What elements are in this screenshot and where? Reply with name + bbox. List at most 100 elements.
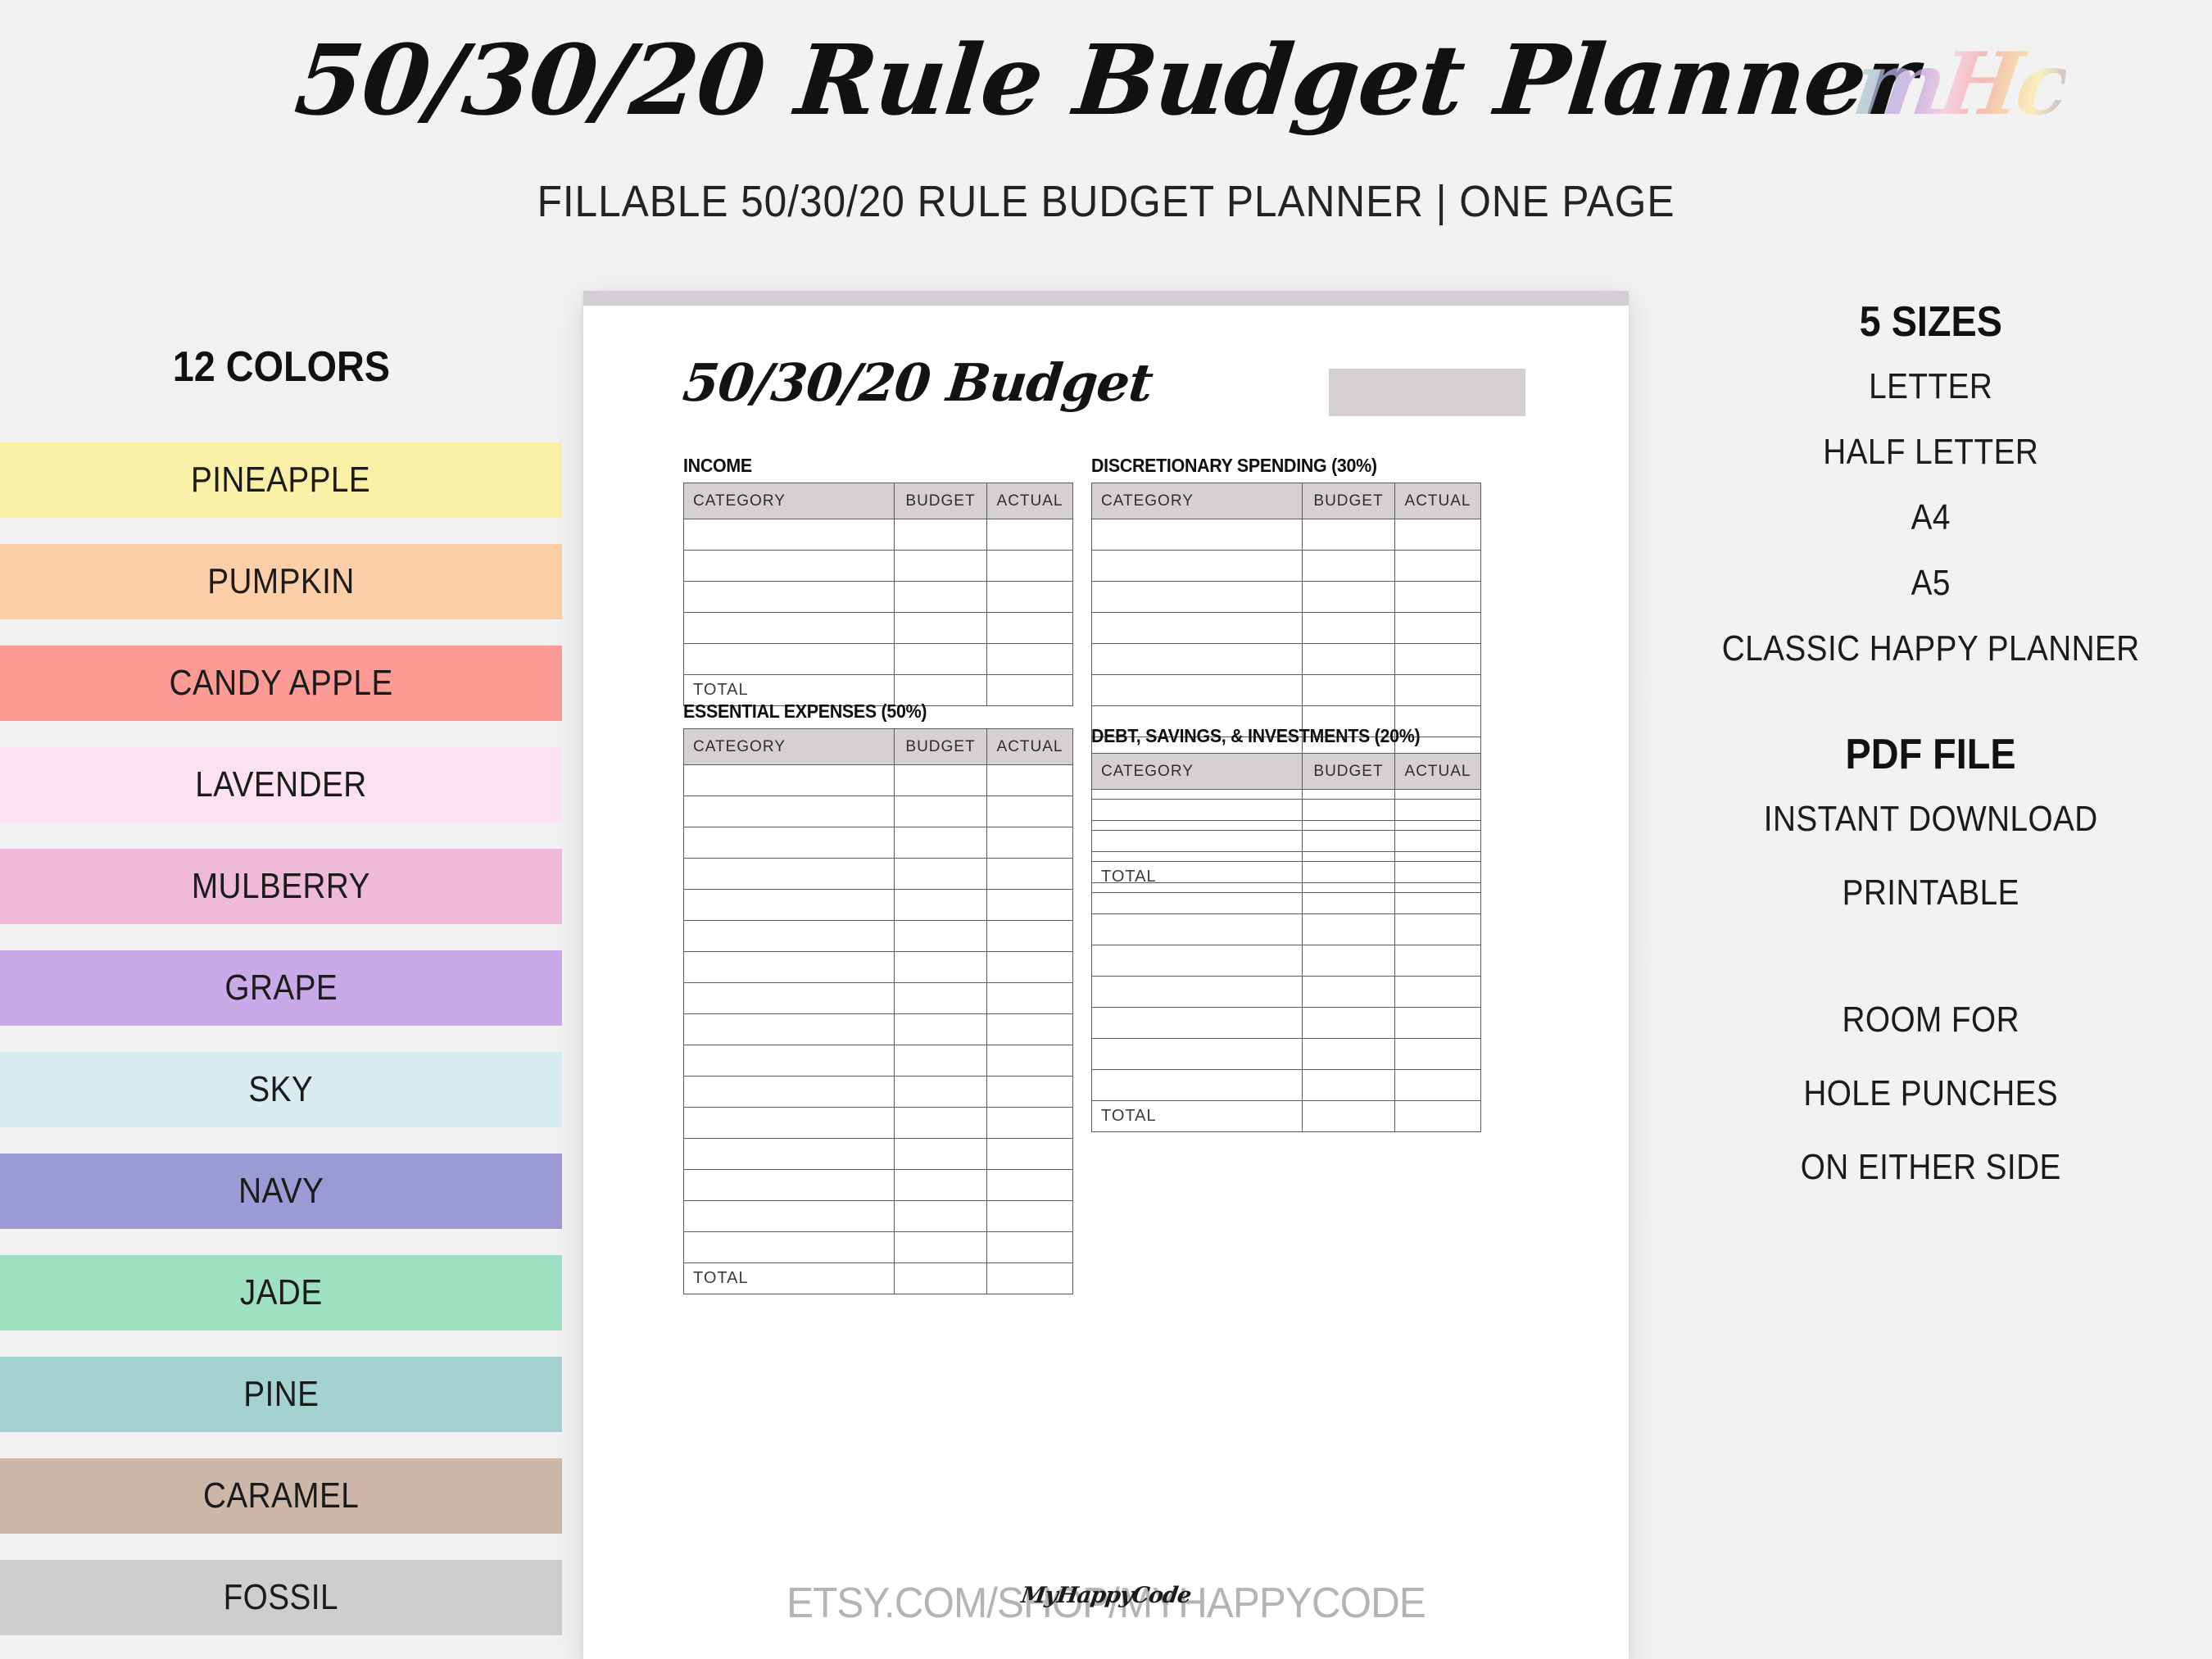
- cell-act[interactable]: [986, 612, 1073, 644]
- cell-bud[interactable]: [1302, 882, 1395, 914]
- cell-cat[interactable]: [1091, 612, 1303, 644]
- cell-bud[interactable]: [894, 581, 987, 613]
- cell-bud[interactable]: [894, 827, 987, 859]
- cell-cat[interactable]: [1091, 674, 1303, 706]
- cell-cat[interactable]: [1091, 789, 1303, 821]
- cell-cat[interactable]: [1091, 945, 1303, 977]
- cell-bud[interactable]: [1302, 1007, 1395, 1039]
- cell-act[interactable]: [986, 1013, 1073, 1045]
- cell-act[interactable]: [1394, 976, 1481, 1008]
- cell-act[interactable]: [986, 1076, 1073, 1108]
- cell-cat[interactable]: [1091, 643, 1303, 675]
- cell-act[interactable]: [1394, 789, 1481, 821]
- total-cell-bud[interactable]: [894, 1262, 987, 1294]
- cell-bud[interactable]: [894, 643, 987, 675]
- total-cell-act[interactable]: [1394, 1100, 1481, 1132]
- color-swatch-candy-apple[interactable]: CANDY APPLE: [0, 646, 562, 721]
- cell-cat[interactable]: [1091, 550, 1303, 582]
- cell-bud[interactable]: [894, 796, 987, 827]
- cell-bud[interactable]: [1302, 976, 1395, 1008]
- cell-act[interactable]: [986, 1231, 1073, 1263]
- color-swatch-lavender[interactable]: LAVENDER: [0, 747, 562, 823]
- color-swatch-pineapple[interactable]: PINEAPPLE: [0, 442, 562, 518]
- cell-cat[interactable]: [683, 1076, 895, 1108]
- cell-act[interactable]: [986, 643, 1073, 675]
- cell-cat[interactable]: [683, 643, 895, 675]
- cell-act[interactable]: [1394, 1069, 1481, 1101]
- cell-bud[interactable]: [1302, 913, 1395, 945]
- cell-bud[interactable]: [894, 1200, 987, 1232]
- cell-bud[interactable]: [894, 858, 987, 890]
- cell-act[interactable]: [986, 796, 1073, 827]
- date-field[interactable]: [1329, 369, 1525, 416]
- cell-bud[interactable]: [1302, 1038, 1395, 1070]
- cell-act[interactable]: [1394, 674, 1481, 706]
- cell-cat[interactable]: [683, 1138, 895, 1170]
- cell-cat[interactable]: [683, 1013, 895, 1045]
- cell-act[interactable]: [986, 764, 1073, 796]
- cell-cat[interactable]: [683, 1107, 895, 1139]
- cell-act[interactable]: [986, 858, 1073, 890]
- cell-bud[interactable]: [1302, 612, 1395, 644]
- cell-bud[interactable]: [894, 1045, 987, 1077]
- cell-act[interactable]: [986, 1045, 1073, 1077]
- color-swatch-pine[interactable]: PINE: [0, 1357, 562, 1432]
- color-swatch-grape[interactable]: GRAPE: [0, 950, 562, 1026]
- cell-bud[interactable]: [1302, 851, 1395, 883]
- cell-cat[interactable]: [1091, 882, 1303, 914]
- cell-cat[interactable]: [683, 581, 895, 613]
- color-swatch-navy[interactable]: NAVY: [0, 1154, 562, 1229]
- cell-bud[interactable]: [894, 1013, 987, 1045]
- color-swatch-jade[interactable]: JADE: [0, 1255, 562, 1330]
- cell-cat[interactable]: [683, 920, 895, 952]
- cell-act[interactable]: [986, 951, 1073, 983]
- cell-cat[interactable]: [1091, 913, 1303, 945]
- cell-act[interactable]: [986, 519, 1073, 551]
- cell-bud[interactable]: [894, 920, 987, 952]
- cell-act[interactable]: [986, 982, 1073, 1014]
- cell-bud[interactable]: [1302, 1069, 1395, 1101]
- cell-bud[interactable]: [894, 982, 987, 1014]
- total-cell-bud[interactable]: [1302, 1100, 1395, 1132]
- cell-act[interactable]: [1394, 612, 1481, 644]
- cell-cat[interactable]: [683, 1045, 895, 1077]
- cell-act[interactable]: [986, 550, 1073, 582]
- cell-bud[interactable]: [894, 1231, 987, 1263]
- cell-bud[interactable]: [894, 1107, 987, 1139]
- cell-act[interactable]: [1394, 519, 1481, 551]
- cell-cat[interactable]: [683, 519, 895, 551]
- cell-cat[interactable]: [683, 982, 895, 1014]
- cell-cat[interactable]: [1091, 581, 1303, 613]
- color-swatch-mulberry[interactable]: MULBERRY: [0, 849, 562, 924]
- cell-bud[interactable]: [1302, 550, 1395, 582]
- cell-act[interactable]: [1394, 820, 1481, 852]
- cell-bud[interactable]: [1302, 945, 1395, 977]
- cell-cat[interactable]: [1091, 519, 1303, 551]
- cell-cat[interactable]: [683, 612, 895, 644]
- cell-cat[interactable]: [683, 1169, 895, 1201]
- cell-bud[interactable]: [894, 951, 987, 983]
- cell-bud[interactable]: [1302, 820, 1395, 852]
- cell-cat[interactable]: [683, 1231, 895, 1263]
- cell-bud[interactable]: [1302, 674, 1395, 706]
- cell-bud[interactable]: [894, 550, 987, 582]
- cell-act[interactable]: [986, 889, 1073, 921]
- cell-bud[interactable]: [1302, 643, 1395, 675]
- cell-cat[interactable]: [683, 764, 895, 796]
- cell-act[interactable]: [986, 1138, 1073, 1170]
- cell-act[interactable]: [1394, 945, 1481, 977]
- cell-cat[interactable]: [683, 796, 895, 827]
- color-swatch-pumpkin[interactable]: PUMPKIN: [0, 544, 562, 619]
- cell-bud[interactable]: [894, 764, 987, 796]
- total-cell-act[interactable]: [986, 1262, 1073, 1294]
- cell-cat[interactable]: [1091, 851, 1303, 883]
- cell-bud[interactable]: [894, 1138, 987, 1170]
- cell-cat[interactable]: [1091, 1069, 1303, 1101]
- cell-bud[interactable]: [1302, 581, 1395, 613]
- cell-act[interactable]: [986, 920, 1073, 952]
- cell-act[interactable]: [986, 1200, 1073, 1232]
- cell-bud[interactable]: [894, 1076, 987, 1108]
- cell-cat[interactable]: [1091, 976, 1303, 1008]
- cell-act[interactable]: [986, 1107, 1073, 1139]
- cell-cat[interactable]: [683, 858, 895, 890]
